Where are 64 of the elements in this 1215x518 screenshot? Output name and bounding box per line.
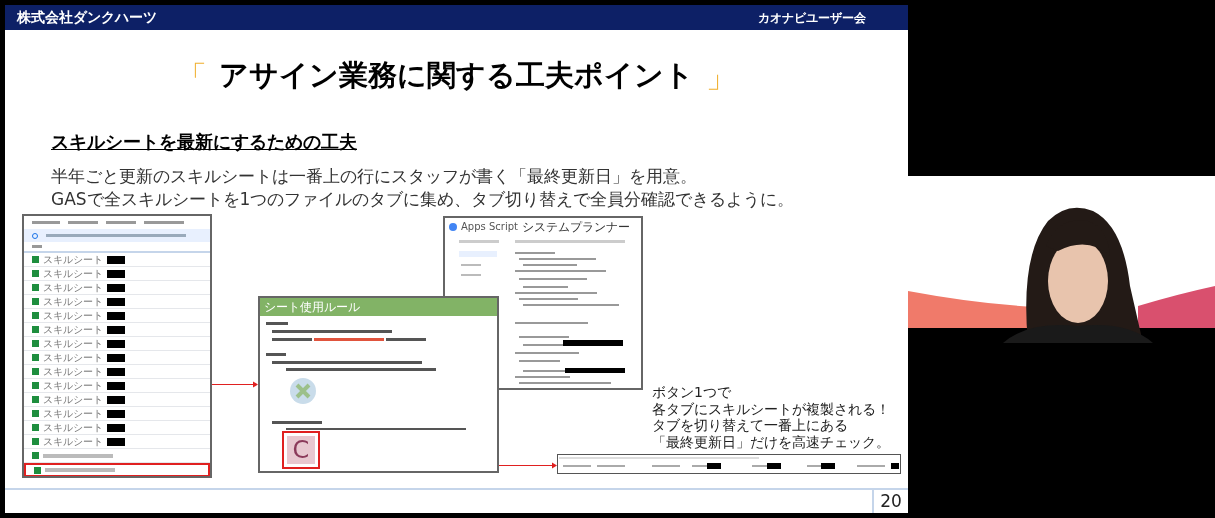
delete-x-icon [290, 378, 316, 404]
file-name: スキルシート [43, 380, 103, 391]
subheading: スキルシートを最新にするための工夫 [51, 131, 357, 152]
file-row[interactable]: スキルシート [24, 435, 210, 449]
file-row[interactable]: スキルシート [24, 379, 210, 393]
file-row[interactable]: スキルシート [24, 309, 210, 323]
slide-title: アサイン業務に関する工夫ポイント [219, 57, 694, 95]
callout-text: 各タブにスキルシートが複製される！ [652, 400, 890, 417]
redaction-bar [107, 353, 125, 362]
file-name-lines-drawing [43, 453, 113, 458]
body-text: 半年ごと更新のスキルシートは一番上の行にスタッフが書く「最終更新日」を用意。 [51, 165, 698, 188]
title-bracket: 「 [177, 57, 207, 96]
file-row[interactable]: スキルシート [24, 295, 210, 309]
file-name: スキルシート [43, 338, 103, 349]
redaction-bar [107, 311, 125, 320]
page-number: 20 [872, 490, 908, 513]
redaction-bar [107, 269, 125, 278]
redaction-bar [107, 437, 125, 446]
company-name: 株式会社ダンクハーツ [17, 8, 157, 27]
file-row[interactable]: スキルシート [24, 365, 210, 379]
file-row[interactable]: スキルシート [24, 351, 210, 365]
file-name: スキルシート [43, 408, 103, 419]
file-name: スキルシート [43, 366, 103, 377]
file-name: スキルシート [43, 254, 103, 265]
file-row[interactable]: スキルシート [24, 407, 210, 421]
redaction-bar [107, 297, 125, 306]
title-bracket: 」 [706, 57, 736, 96]
copy-button[interactable]: C [282, 431, 320, 469]
sheet-title: シート使用ルール [264, 301, 360, 313]
project-name: システムプランナー [521, 221, 630, 233]
redaction-bar [107, 381, 125, 390]
redaction-bar [107, 409, 125, 418]
body-text: GASで全スキルシートを1つのファイルのタブに集め、タブ切り替えで全員分確認できるように。 [51, 188, 796, 211]
app-name: Apps Script [461, 222, 518, 232]
file-name: スキルシート [43, 282, 103, 293]
file-row[interactable]: スキルシート [24, 393, 210, 407]
callout-text: タブを切り替えて一番上にある [652, 417, 849, 434]
callout-text: ボタン1つで [652, 384, 732, 401]
redaction-bar [107, 325, 125, 334]
redaction-bar [107, 255, 125, 264]
file-row[interactable]: スキルシート [24, 323, 210, 337]
file-row[interactable]: スキルシート [24, 253, 210, 267]
redaction-bar [107, 367, 125, 376]
file-name: スキルシート [43, 310, 103, 321]
file-row[interactable]: スキルシート [24, 337, 210, 351]
redaction-bar [107, 339, 125, 348]
file-name: スキルシート [43, 352, 103, 363]
file-name: スキルシート [43, 324, 103, 335]
file-row[interactable]: スキルシート [24, 281, 210, 295]
file-name: スキルシート [43, 394, 103, 405]
file-name-lines-drawing [45, 468, 115, 472]
file-name: スキルシート [43, 268, 103, 279]
file-name: スキルシート [43, 296, 103, 307]
redaction-bar [107, 395, 125, 404]
file-name: スキルシート [43, 436, 103, 447]
file-name: スキルシート [43, 422, 103, 433]
file-row[interactable] [24, 463, 210, 476]
event-name: カオナビユーザー会 [758, 9, 866, 27]
callout-text: 「最終更新日」だけを高速チェック。 [652, 433, 890, 450]
file-row[interactable]: スキルシート [24, 267, 210, 281]
file-row[interactable]: スキルシート [24, 421, 210, 435]
redaction-bar [107, 283, 125, 292]
apps-script-logo-icon [449, 223, 457, 231]
redaction-bar [107, 423, 125, 432]
